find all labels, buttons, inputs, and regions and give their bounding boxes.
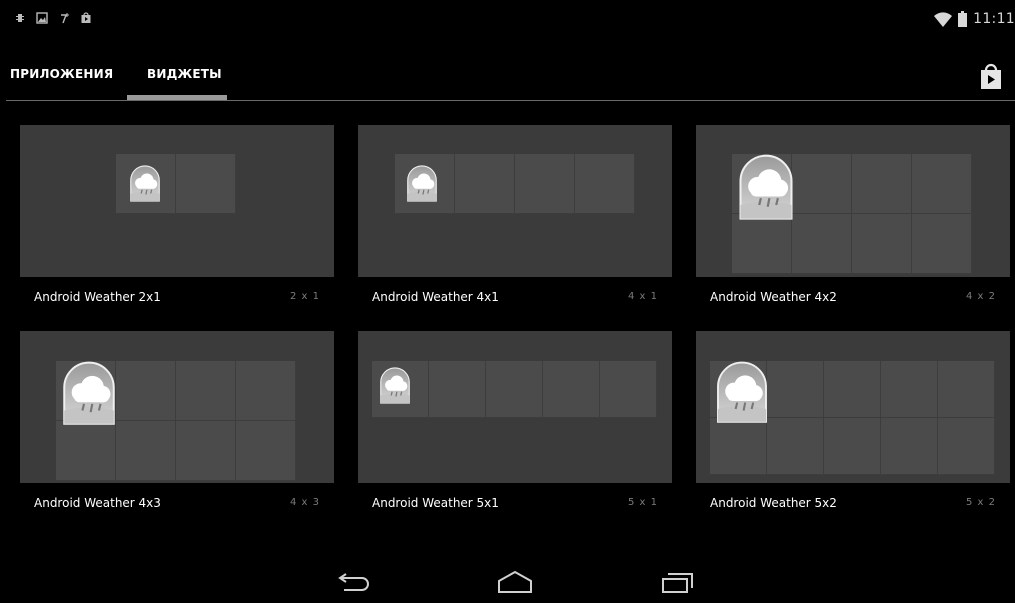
status-bar: 11:11 — [0, 0, 1015, 40]
clock: 11:11 — [973, 11, 1015, 27]
widget-card[interactable]: Android Weather 4x1 4 x 1 — [358, 125, 672, 315]
weather-icon — [126, 165, 164, 207]
widget-cell — [236, 421, 296, 481]
widget-cell — [912, 154, 972, 214]
widget-size: 5 x 1 — [628, 497, 658, 508]
widget-label: Android Weather 4x3 — [34, 496, 161, 510]
widget-label: Android Weather 5x2 — [710, 496, 837, 510]
widget-cell — [543, 361, 600, 418]
weather-icon — [56, 361, 122, 431]
widget-preview[interactable] — [358, 331, 672, 483]
widget-cell — [176, 421, 236, 481]
widget-cell — [486, 361, 543, 418]
wifi-icon — [934, 11, 953, 27]
notification-icons — [14, 12, 92, 24]
system-icons: 11:11 — [934, 11, 1015, 27]
back-icon[interactable] — [338, 570, 374, 592]
widget-cell — [176, 361, 236, 421]
widget-cell — [852, 214, 912, 274]
widget-size: 4 x 2 — [966, 291, 996, 302]
widget-label: Android Weather 4x2 — [710, 290, 837, 304]
weather-icon — [710, 361, 774, 429]
widget-label: Android Weather 2x1 — [34, 290, 161, 304]
widget-cell-grid — [372, 361, 657, 418]
battery-icon — [958, 11, 968, 27]
weather-icon — [403, 165, 441, 207]
widget-preview[interactable] — [20, 331, 334, 483]
widget-preview[interactable] — [696, 125, 1010, 277]
tab-apps[interactable]: ПРИЛОЖЕНИЯ — [10, 67, 113, 81]
widget-size: 2 x 1 — [290, 291, 320, 302]
widget-cell — [236, 361, 296, 421]
widget-size: 4 x 3 — [290, 497, 320, 508]
widget-preview[interactable] — [358, 125, 672, 277]
widget-cell — [767, 361, 824, 418]
widget-size: 4 x 1 — [628, 291, 658, 302]
widget-cell — [912, 214, 972, 274]
signal-icon — [61, 13, 69, 24]
widget-cell — [824, 418, 881, 475]
widget-card[interactable]: Android Weather 4x3 4 x 3 — [20, 331, 334, 521]
widget-cell — [767, 418, 824, 475]
widget-cell — [852, 154, 912, 214]
widget-preview[interactable] — [20, 125, 334, 277]
recents-icon[interactable] — [660, 570, 694, 594]
play-store-icon[interactable] — [977, 62, 1005, 90]
widget-cell — [575, 154, 635, 214]
widget-card[interactable]: Android Weather 4x2 4 x 2 — [696, 125, 1010, 315]
widget-cell — [455, 154, 515, 214]
widget-size: 5 x 2 — [966, 497, 996, 508]
widget-cell — [116, 421, 176, 481]
widget-cell — [515, 154, 575, 214]
widget-label: Android Weather 5x1 — [372, 496, 499, 510]
usb-debug-icon — [16, 14, 24, 22]
tab-widgets[interactable]: ВИДЖЕТЫ — [147, 67, 222, 81]
widget-card[interactable]: Android Weather 5x2 5 x 2 — [696, 331, 1010, 521]
widget-cell — [176, 154, 236, 214]
image-icon — [36, 12, 48, 24]
widget-cell — [938, 418, 995, 475]
play-store-notification-icon — [81, 12, 91, 23]
weather-icon — [376, 367, 414, 409]
widget-cell — [116, 361, 176, 421]
tabs-divider — [6, 100, 1015, 101]
widget-cell — [824, 361, 881, 418]
widget-cell — [938, 361, 995, 418]
widget-cell — [600, 361, 657, 418]
widget-cell — [881, 418, 938, 475]
widget-cell — [429, 361, 486, 418]
widget-card[interactable]: Android Weather 5x1 5 x 1 — [358, 331, 672, 521]
widget-cell — [792, 214, 852, 274]
widget-label: Android Weather 4x1 — [372, 290, 499, 304]
widget-card[interactable]: Android Weather 2x1 2 x 1 — [20, 125, 334, 315]
widget-preview[interactable] — [696, 331, 1010, 483]
widget-cell — [792, 154, 852, 214]
home-icon[interactable] — [495, 570, 535, 594]
widget-cell — [881, 361, 938, 418]
tab-bar: ПРИЛОЖЕНИЯ ВИДЖЕТЫ — [0, 40, 1015, 102]
navigation-bar — [0, 560, 1015, 603]
weather-icon — [732, 154, 800, 226]
